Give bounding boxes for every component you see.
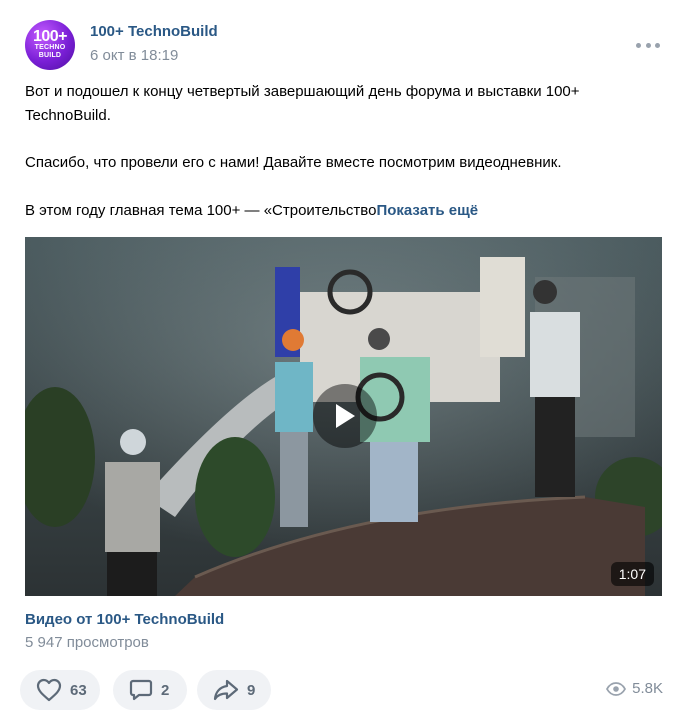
post-text-paragraph-1: Вот и подошел к концу четвертый завершаю… bbox=[25, 83, 580, 124]
avatar[interactable]: 100+ TECHNO BUILD bbox=[25, 20, 75, 70]
post-date[interactable]: 6 окт в 18:19 bbox=[90, 47, 178, 64]
more-options-icon[interactable] bbox=[636, 38, 660, 52]
heart-icon bbox=[36, 678, 62, 702]
avatar-logo-line1: TECHNO bbox=[34, 44, 66, 51]
likes-count: 63 bbox=[70, 681, 87, 699]
comment-icon bbox=[129, 679, 153, 701]
post-card: 100+ TECHNO BUILD 100+ TechnoBuild 6 окт… bbox=[0, 0, 688, 725]
shares-count: 9 bbox=[247, 681, 256, 699]
play-button[interactable] bbox=[313, 384, 377, 448]
post-views-count: 5.8K bbox=[632, 680, 663, 697]
post-text-truncated: В этом году главная тема 100+ — «Строите… bbox=[25, 202, 377, 219]
post-text-paragraph-2: Спасибо, что провели его с нами! Давайте… bbox=[25, 154, 562, 171]
post-text-paragraph-3: В этом году главная тема 100+ — «Строите… bbox=[25, 199, 655, 223]
video-views: 5 947 просмотров bbox=[25, 634, 149, 651]
video-title[interactable]: Видео от 100+ TechnoBuild bbox=[25, 611, 224, 628]
post-author[interactable]: 100+ TechnoBuild bbox=[90, 23, 218, 40]
comments-count: 2 bbox=[161, 681, 170, 699]
eye-icon bbox=[606, 681, 627, 696]
show-more-link[interactable]: Показать ещё bbox=[376, 202, 478, 219]
play-icon bbox=[336, 404, 355, 428]
like-button[interactable]: 63 bbox=[20, 670, 100, 710]
share-button[interactable]: 9 bbox=[197, 670, 271, 710]
post-views: 5.8K bbox=[606, 680, 663, 697]
video-player[interactable]: 1:07 bbox=[25, 237, 662, 596]
video-duration: 1:07 bbox=[610, 562, 654, 586]
share-icon bbox=[213, 679, 239, 701]
avatar-logo-line2: BUILD bbox=[38, 52, 62, 59]
avatar-logo-text: 100+ bbox=[32, 28, 68, 45]
comment-button[interactable]: 2 bbox=[113, 670, 187, 710]
